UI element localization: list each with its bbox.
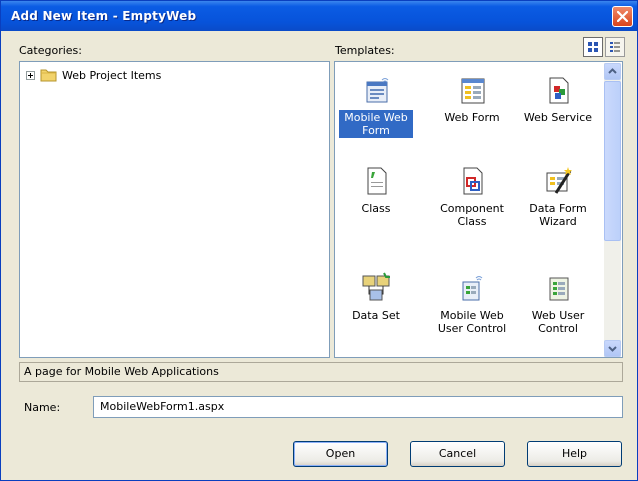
mobile-web-form-icon — [366, 78, 389, 103]
template-description: A page for Mobile Web Applications — [19, 362, 623, 382]
chevron-up-icon — [608, 68, 617, 74]
template-label: Mobile Web User Control — [437, 309, 507, 335]
title-bar[interactable]: Add New Item - EmptyWeb — [1, 1, 637, 31]
chevron-down-icon — [608, 346, 617, 352]
name-input[interactable]: MobileWebForm1.aspx — [93, 396, 623, 418]
large-icons-view-button[interactable] — [583, 37, 603, 57]
template-mobile-web-user-control[interactable]: Mobile Web User Control — [435, 272, 509, 336]
categories-label: Categories: — [19, 44, 82, 57]
template-label: Data Form Wizard — [529, 202, 587, 228]
template-mobile-web-form[interactable]: Mobile Web Form — [339, 74, 413, 138]
web-service-icon — [549, 77, 569, 104]
scroll-up-button[interactable] — [604, 63, 621, 80]
template-web-service[interactable]: Web Service — [521, 74, 595, 125]
close-icon — [617, 11, 628, 22]
tree-item-label: Web Project Items — [62, 68, 162, 82]
template-label: Data Set — [352, 309, 400, 322]
templates-scrollbar[interactable] — [604, 63, 621, 357]
data-form-wizard-icon — [546, 167, 572, 194]
data-set-icon — [362, 272, 390, 301]
window-title: Add New Item - EmptyWeb — [11, 9, 197, 23]
template-label: Component Class — [440, 202, 504, 228]
web-user-control-icon — [549, 277, 569, 301]
expand-icon[interactable] — [26, 70, 35, 80]
template-label: Web Form — [444, 111, 500, 124]
help-button[interactable]: Help — [527, 441, 622, 467]
template-component-class[interactable]: Component Class — [435, 165, 509, 229]
template-web-user-control[interactable]: Web User Control — [521, 272, 595, 336]
open-button[interactable]: Open — [293, 441, 388, 467]
web-form-icon — [461, 78, 485, 104]
template-label: Web User Control — [531, 309, 585, 335]
scroll-thumb[interactable] — [604, 81, 621, 241]
scroll-down-button[interactable] — [604, 340, 621, 357]
template-data-set[interactable]: Data Set — [339, 272, 413, 323]
templates-list[interactable]: Mobile Web Form Web Form Web Service Cla… — [334, 61, 623, 358]
cancel-button[interactable]: Cancel — [410, 441, 505, 467]
folder-icon — [40, 69, 57, 82]
mobile-web-user-control-icon — [462, 276, 483, 301]
templates-label: Templates: — [335, 44, 395, 57]
component-class-icon — [463, 167, 483, 195]
categories-tree[interactable]: Web Project Items — [19, 61, 330, 358]
template-label: Class — [361, 202, 391, 215]
list-view-icon — [610, 42, 620, 52]
name-label: Name: — [24, 401, 61, 414]
class-icon — [367, 167, 387, 195]
template-label: Mobile Web Form — [339, 110, 413, 138]
tree-item-web-project-items[interactable]: Web Project Items — [26, 67, 161, 83]
template-class[interactable]: Class — [339, 165, 413, 216]
template-web-form[interactable]: Web Form — [435, 74, 509, 125]
template-label: Web Service — [523, 111, 593, 124]
small-icons-view-button[interactable] — [605, 37, 625, 57]
template-data-form-wizard[interactable]: Data Form Wizard — [521, 165, 595, 229]
add-new-item-dialog: Add New Item - EmptyWeb Categories: Temp… — [0, 0, 638, 481]
close-button[interactable] — [612, 6, 633, 27]
large-icons-view-icon — [588, 42, 598, 52]
